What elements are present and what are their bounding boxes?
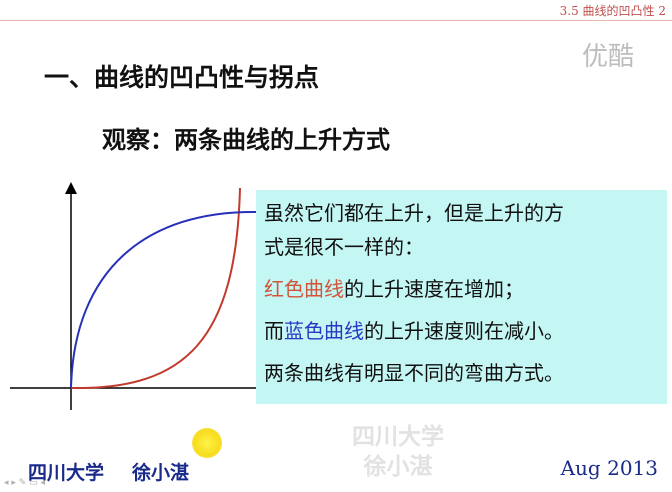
blue-prefix: 而 <box>264 319 284 343</box>
text-line-blue: 而蓝色曲线的上升速度则在减小。 <box>264 314 659 348</box>
text-line-red: 红色曲线的上升速度在增加； <box>264 272 659 306</box>
watermark-line-2: 徐小湛 <box>363 453 433 480</box>
slide-navigation-controls[interactable]: ◂ ▸ ✎ ▭ ◂ <box>4 478 45 488</box>
section-title: 一、曲线的凹凸性与拐点 <box>44 63 320 92</box>
blue-curve-label: 蓝色曲线 <box>284 319 364 343</box>
footer-credits: 四川大学 徐小湛 <box>28 458 189 485</box>
red-curve-label: 红色曲线 <box>264 277 344 301</box>
watermark-line-1: 四川大学 <box>352 423 444 450</box>
text-line-2: 式是很不一样的： <box>264 235 424 259</box>
text-line-1: 虽然它们都在上升，但是上升的方 <box>264 201 564 225</box>
mouse-cursor-highlight <box>192 428 222 458</box>
slide-subtitle: 观察：两条曲线的上升方式 <box>102 125 390 154</box>
footer-date: Aug 2013 <box>560 456 658 480</box>
red-curve-description: 的上升速度在增加； <box>344 277 524 301</box>
blue-curve-description: 的上升速度则在减小。 <box>364 319 564 343</box>
youku-watermark: 优酷 <box>581 42 634 72</box>
header-divider <box>0 20 672 21</box>
footer-author: 徐小湛 <box>132 462 190 484</box>
curves-graph <box>10 182 258 410</box>
blue-curve <box>70 210 258 389</box>
observation-textbox: 虽然它们都在上升，但是上升的方 式是很不一样的： 红色曲线的上升速度在增加； 而… <box>256 190 667 404</box>
text-line-5: 两条曲线有明显不同的弯曲方式。 <box>264 361 564 385</box>
slide-header-title: 3.5 曲线的凹凸性 2 <box>559 4 666 18</box>
logo-watermark: 四川大学 徐小湛 <box>318 422 478 482</box>
